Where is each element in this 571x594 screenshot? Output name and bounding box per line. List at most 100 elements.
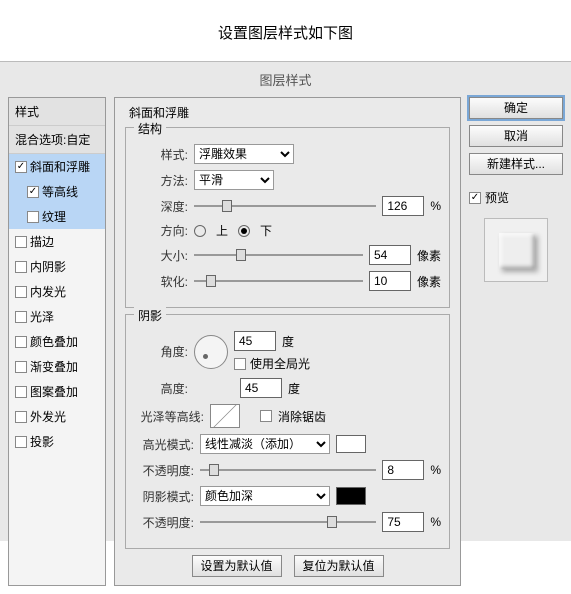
ok-button[interactable]: 确定 — [469, 97, 563, 119]
antialias-checkbox[interactable] — [260, 410, 272, 422]
size-input[interactable] — [369, 245, 411, 265]
shadow-opacity-slider[interactable] — [200, 514, 376, 530]
hilite-mode-label: 高光模式: — [134, 436, 194, 453]
shadow-mode-select[interactable]: 颜色加深 — [200, 486, 330, 506]
hilite-opacity-input[interactable] — [382, 460, 424, 480]
right-panel: 确定 取消 新建样式... 预览 — [469, 97, 563, 586]
angle-unit: 度 — [282, 333, 294, 350]
preview-bevel-icon — [499, 233, 535, 269]
dir-down-radio[interactable] — [238, 225, 250, 237]
sidebar-label-2: 纹理 — [42, 208, 66, 225]
depth-slider[interactable] — [194, 198, 376, 214]
sidebar-item-7[interactable]: 颜色叠加 — [9, 329, 105, 354]
dir-up-label: 上 — [216, 222, 228, 239]
sidebar-checkbox-7[interactable] — [15, 336, 27, 348]
sidebar-label-11: 投影 — [30, 433, 54, 450]
sidebar-item-6[interactable]: 光泽 — [9, 304, 105, 329]
sidebar-checkbox-4[interactable] — [15, 261, 27, 273]
size-slider[interactable] — [194, 247, 363, 263]
soften-slider[interactable] — [194, 273, 363, 289]
global-light-label: 使用全局光 — [250, 355, 310, 372]
altitude-label: 高度: — [134, 380, 188, 397]
method-select[interactable]: 平滑 — [194, 170, 274, 190]
sidebar-checkbox-6[interactable] — [15, 311, 27, 323]
sidebar-label-7: 颜色叠加 — [30, 333, 78, 350]
antialias-label: 消除锯齿 — [278, 408, 326, 425]
reset-default-button[interactable]: 复位为默认值 — [294, 555, 384, 577]
sidebar-checkbox-2[interactable] — [27, 211, 39, 223]
structure-group: 结构 样式: 浮雕效果 方法: 平滑 深度: % 方向: — [125, 127, 450, 308]
dir-up-radio[interactable] — [194, 225, 206, 237]
sidebar-item-9[interactable]: 图案叠加 — [9, 379, 105, 404]
shadow-opacity-label: 不透明度: — [134, 514, 194, 531]
gloss-contour-label: 光泽等高线: — [134, 408, 204, 425]
sidebar-header-styles[interactable]: 样式 — [9, 98, 105, 126]
soften-unit: 像素 — [417, 273, 441, 290]
shadow-opacity-input[interactable] — [382, 512, 424, 532]
size-label: 大小: — [134, 247, 188, 264]
depth-input[interactable] — [382, 196, 424, 216]
sidebar-item-0[interactable]: 斜面和浮雕 — [9, 154, 105, 179]
sidebar-checkbox-1[interactable] — [27, 186, 39, 198]
sidebar-label-8: 渐变叠加 — [30, 358, 78, 375]
sidebar-label-5: 内发光 — [30, 283, 66, 300]
sidebar-checkbox-5[interactable] — [15, 286, 27, 298]
hilite-mode-select[interactable]: 线性减淡（添加） — [200, 434, 330, 454]
sidebar-item-3[interactable]: 描边 — [9, 229, 105, 254]
sidebar-checkbox-8[interactable] — [15, 361, 27, 373]
soften-input[interactable] — [369, 271, 411, 291]
sidebar-item-1[interactable]: 等高线 — [9, 179, 105, 204]
sidebar-checkbox-11[interactable] — [15, 436, 27, 448]
soften-label: 软化: — [134, 273, 188, 290]
method-label: 方法: — [134, 172, 188, 189]
size-unit: 像素 — [417, 247, 441, 264]
new-style-button[interactable]: 新建样式... — [469, 153, 563, 175]
sidebar-item-10[interactable]: 外发光 — [9, 404, 105, 429]
global-light-checkbox[interactable] — [234, 358, 246, 370]
hilite-opacity-slider[interactable] — [200, 462, 376, 478]
sidebar-header-blend[interactable]: 混合选项:自定 — [9, 126, 105, 154]
layer-style-dialog: 图层样式 样式 混合选项:自定 斜面和浮雕等高线纹理描边内阴影内发光光泽颜色叠加… — [0, 61, 571, 541]
sidebar-checkbox-3[interactable] — [15, 236, 27, 248]
hilite-opacity-label: 不透明度: — [134, 462, 194, 479]
angle-control[interactable] — [194, 335, 228, 369]
shadow-mode-label: 阴影模式: — [134, 488, 194, 505]
preview-checkbox[interactable] — [469, 192, 481, 204]
depth-unit: % — [430, 199, 441, 213]
style-label: 样式: — [134, 146, 188, 163]
sidebar-item-5[interactable]: 内发光 — [9, 279, 105, 304]
sidebar-checkbox-0[interactable] — [15, 161, 27, 173]
sidebar-item-11[interactable]: 投影 — [9, 429, 105, 454]
make-default-button[interactable]: 设置为默认值 — [192, 555, 282, 577]
shadow-opacity-unit: % — [430, 515, 441, 529]
sidebar-label-4: 内阴影 — [30, 258, 66, 275]
sidebar-checkbox-9[interactable] — [15, 386, 27, 398]
shadow-group: 阴影 角度: 度 使用全局光 — [125, 314, 450, 549]
cancel-button[interactable]: 取消 — [469, 125, 563, 147]
sidebar-item-4[interactable]: 内阴影 — [9, 254, 105, 279]
sidebar-label-10: 外发光 — [30, 408, 66, 425]
main-section-title: 斜面和浮雕 — [129, 104, 450, 121]
direction-label: 方向: — [134, 222, 188, 239]
styles-sidebar: 样式 混合选项:自定 斜面和浮雕等高线纹理描边内阴影内发光光泽颜色叠加渐变叠加图… — [8, 97, 106, 586]
sidebar-item-8[interactable]: 渐变叠加 — [9, 354, 105, 379]
altitude-input[interactable] — [240, 378, 282, 398]
hilite-color-swatch[interactable] — [336, 435, 366, 453]
dialog-title: 图层样式 — [0, 62, 571, 97]
angle-input[interactable] — [234, 331, 276, 351]
shadow-color-swatch[interactable] — [336, 487, 366, 505]
shadow-legend: 阴影 — [134, 307, 166, 324]
sidebar-label-3: 描边 — [30, 233, 54, 250]
sidebar-label-9: 图案叠加 — [30, 383, 78, 400]
sidebar-label-1: 等高线 — [42, 183, 78, 200]
gloss-contour-picker[interactable] — [210, 404, 240, 428]
preview-box — [484, 218, 548, 282]
sidebar-item-2[interactable]: 纹理 — [9, 204, 105, 229]
sidebar-checkbox-10[interactable] — [15, 411, 27, 423]
structure-legend: 结构 — [134, 120, 166, 137]
sidebar-label-0: 斜面和浮雕 — [30, 158, 90, 175]
style-select[interactable]: 浮雕效果 — [194, 144, 294, 164]
main-panel: 斜面和浮雕 结构 样式: 浮雕效果 方法: 平滑 深度: % — [114, 97, 461, 586]
hilite-opacity-unit: % — [430, 463, 441, 477]
page-title: 设置图层样式如下图 — [0, 0, 571, 61]
